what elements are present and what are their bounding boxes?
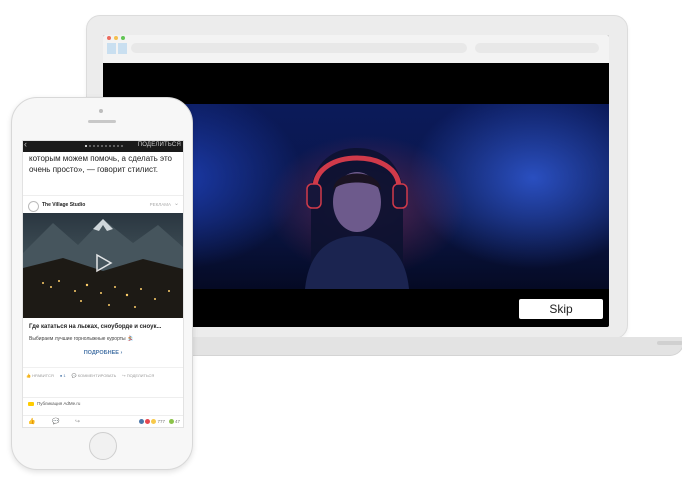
publisher-logo-icon: [28, 402, 34, 406]
address-bar[interactable]: [131, 43, 467, 53]
ad-brand-name[interactable]: The Village Studio: [42, 202, 85, 208]
laptop-notch: [657, 341, 682, 345]
more-label[interactable]: ПОДРОБНЕЕ: [84, 350, 119, 356]
home-button[interactable]: [89, 432, 117, 460]
like-button[interactable]: 👍 НРАВИТСЯ: [26, 373, 54, 378]
comments-icon: [168, 419, 174, 424]
phone-screen: ‹ ПОДЕЛИТЬСЯ которым можем помочь, а сде…: [22, 140, 184, 428]
comment-button[interactable]: 💬 КОММЕНТИРОВАТЬ: [72, 373, 117, 378]
brand-logo-icon[interactable]: [28, 201, 39, 212]
chevron-down-icon[interactable]: ⌄: [174, 200, 179, 207]
skip-ad-button[interactable]: Skip: [519, 299, 603, 319]
ad-tag: РЕКЛАМА: [149, 202, 171, 207]
ad-subtitle: Выбираем лучшие горнолыжные курорты 🏂: [29, 336, 134, 342]
reaction-like-icon: [139, 419, 145, 424]
publication-label[interactable]: Публикация AdMe.ru: [37, 401, 80, 406]
like-icon[interactable]: 👍: [28, 418, 35, 425]
browser-toolbar: [103, 35, 609, 63]
share-button[interactable]: ↪ ПОДЕЛИТЬСЯ: [122, 373, 154, 378]
comment-icon[interactable]: 💬: [52, 418, 59, 425]
minimize-dot-icon[interactable]: [114, 36, 118, 40]
reactions-summary[interactable]: 777 47: [139, 419, 180, 424]
ad-actions-bar: 👍 НРАВИТСЯ ● 1 💬 КОММЕНТИРОВАТЬ ↪ ПОДЕЛИ…: [23, 367, 183, 382]
window-controls: [107, 36, 125, 40]
video-frame-person: [305, 148, 409, 289]
ad-header: The Village Studio РЕКЛАМА ⌄: [23, 195, 183, 212]
browser-tab-icon[interactable]: [118, 43, 127, 54]
back-icon[interactable]: ‹: [24, 141, 27, 149]
reactions-count: 777: [157, 419, 165, 424]
story-top-bar: ‹ ПОДЕЛИТЬСЯ: [23, 141, 183, 152]
reaction-love-icon: [145, 419, 151, 424]
mountain-town-illustration: [23, 219, 183, 318]
phone-speaker: [88, 120, 116, 123]
share-link[interactable]: ПОДЕЛИТЬСЯ: [138, 142, 181, 148]
phone-device: ‹ ПОДЕЛИТЬСЯ которым можем помочь, а сде…: [11, 97, 193, 470]
ad-image[interactable]: [23, 213, 183, 318]
search-bar[interactable]: [475, 43, 599, 53]
share-icon[interactable]: ↪: [75, 418, 80, 425]
front-camera: [99, 109, 103, 113]
reaction-haha-icon: [151, 419, 157, 424]
ad-card[interactable]: The Village Studio РЕКЛАМА ⌄ Где кататьс…: [23, 193, 183, 383]
chevron-right-icon: ›: [120, 350, 123, 356]
browser-tab-icon[interactable]: [107, 43, 116, 54]
article-text: которым можем помочь, а сделать это очен…: [29, 154, 172, 174]
close-dot-icon[interactable]: [107, 36, 111, 40]
publication-row[interactable]: Публикация AdMe.ru: [23, 397, 183, 410]
like-count: ● 1: [59, 372, 66, 378]
comments-count: 47: [174, 419, 180, 424]
ad-title[interactable]: Где кататься на лыжах, сноуборде и сноук…: [29, 324, 179, 330]
maximize-dot-icon[interactable]: [121, 36, 125, 40]
page-indicator: [85, 145, 123, 147]
ad-more-link[interactable]: ПОДРОБНЕЕ ›: [23, 350, 183, 356]
post-actions-bar: 👍 💬 ↪ 777 47: [23, 415, 183, 427]
